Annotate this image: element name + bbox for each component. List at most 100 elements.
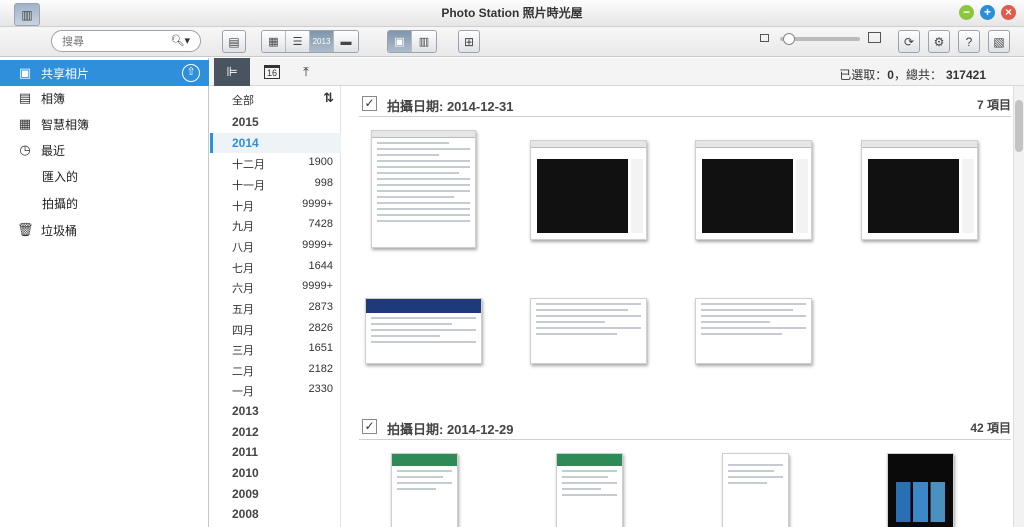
timeline-badge: 2013 bbox=[312, 37, 331, 46]
sidebar-item-label: 智慧相簿 bbox=[41, 117, 90, 132]
list-icon: ☰ bbox=[292, 36, 303, 48]
timeline-month[interactable]: 十月 9999+ bbox=[210, 195, 341, 215]
photo-icon: ▣ bbox=[18, 65, 32, 80]
close-button[interactable]: × bbox=[1001, 5, 1016, 20]
videos-filter-button[interactable]: ▥ bbox=[412, 31, 436, 52]
timeline-count: 1900 bbox=[308, 156, 333, 168]
toggle-sidebar-button[interactable]: ▥ bbox=[14, 3, 40, 26]
maximize-button[interactable]: + bbox=[980, 5, 995, 20]
timeline-year[interactable]: 2013 bbox=[210, 401, 341, 421]
arrow-up-icon: ⤒ bbox=[303, 64, 309, 79]
grid-icon: ▦ bbox=[268, 36, 279, 48]
sidebar-item-smart-albums[interactable]: ▦ 智慧相簿 bbox=[0, 111, 209, 137]
timeline-all[interactable]: 全部 bbox=[232, 92, 254, 108]
timeline-month[interactable]: 一月 2330 bbox=[210, 380, 341, 400]
timeline-year[interactable]: 2008 bbox=[210, 504, 341, 524]
timeline-month[interactable]: 四月 2826 bbox=[210, 319, 341, 339]
panel-icon: ▧ bbox=[993, 34, 1005, 49]
settings-button[interactable]: ⚙ bbox=[928, 30, 950, 53]
sidebar-item-imported[interactable]: 匯入的 bbox=[42, 168, 78, 185]
media-type-group: ▣ ▥ bbox=[387, 30, 437, 53]
folder-view-button[interactable]: ▬ bbox=[334, 31, 358, 52]
photo-thumbnail[interactable] bbox=[530, 298, 647, 364]
photo-thumbnail[interactable] bbox=[722, 453, 789, 527]
timeline-month[interactable]: 十一月 998 bbox=[210, 174, 341, 194]
timeline-month[interactable]: 八月 9999+ bbox=[210, 236, 341, 256]
timeline-label: 2015 bbox=[232, 115, 259, 129]
scrollbar-thumb[interactable] bbox=[1015, 100, 1023, 152]
sidebar-item-trash[interactable]: 🗑︎ 垃圾桶 bbox=[0, 217, 209, 243]
zoom-slider-handle[interactable] bbox=[783, 33, 795, 45]
search-box[interactable]: 🔍︎▾ bbox=[51, 30, 201, 52]
sidebar-item-taken[interactable]: 拍攝的 bbox=[42, 195, 78, 212]
group-date: 拍攝日期: 2014-12-29 bbox=[387, 422, 514, 437]
timeline-count: 998 bbox=[314, 177, 333, 189]
sidebar-item-label: 相簿 bbox=[41, 91, 66, 106]
group-select-checkbox[interactable]: ✓ bbox=[362, 96, 377, 111]
vertical-scrollbar[interactable] bbox=[1013, 86, 1024, 527]
refresh-button[interactable]: ⟳ bbox=[898, 30, 920, 53]
photo-thumbnail[interactable] bbox=[530, 140, 647, 240]
timeline-year[interactable]: 2009 bbox=[210, 484, 341, 504]
timeline-month[interactable]: 六月 9999+ bbox=[210, 277, 341, 297]
left-navigation: ▣ 共享相片 ⇧ ▤ 相簿 ▦ 智慧相簿 ◷ 最近 匯入的 拍攝的 🗑︎ 垃圾桶 bbox=[0, 58, 209, 527]
timeline-count: 2826 bbox=[308, 322, 333, 334]
list-view-button[interactable]: ☰ bbox=[286, 31, 310, 52]
group-count: 7 項目 bbox=[976, 98, 1011, 112]
group-select-checkbox[interactable]: ✓ bbox=[362, 419, 377, 434]
calendar-mode-button[interactable]: 16 bbox=[254, 58, 290, 86]
timeline-year[interactable]: 2014 bbox=[210, 133, 341, 153]
sidebar-item-recent[interactable]: ◷ 最近 bbox=[0, 137, 209, 163]
photo-thumbnail[interactable] bbox=[391, 453, 458, 527]
timeline-label: 五月 bbox=[232, 304, 254, 316]
timeline-view-button[interactable]: 2013 bbox=[310, 31, 334, 52]
timeline-mode-button[interactable]: ⊫ bbox=[214, 58, 250, 86]
upload-icon[interactable]: ⇧ bbox=[182, 64, 200, 82]
search-dropdown-icon[interactable]: 🔍︎▾ bbox=[171, 34, 191, 47]
help-button[interactable]: ? bbox=[958, 30, 980, 53]
sidebar-item-albums[interactable]: ▤ 相簿 bbox=[0, 85, 209, 111]
timeline-year[interactable]: 2015 bbox=[210, 112, 341, 132]
timeline-label: 十月 bbox=[232, 201, 254, 213]
timeline-year[interactable]: 2011 bbox=[210, 442, 341, 462]
photos-filter-button[interactable]: ▣ bbox=[388, 31, 412, 52]
timeline-month[interactable]: 七月 1644 bbox=[210, 257, 341, 277]
photo-thumbnail[interactable] bbox=[365, 298, 482, 364]
timeline-month[interactable]: 九月 7428 bbox=[210, 215, 341, 235]
timeline-month[interactable]: 五月 2873 bbox=[210, 298, 341, 318]
timeline-year[interactable]: 2012 bbox=[210, 422, 341, 442]
timeline-label: 三月 bbox=[232, 345, 254, 357]
timeline-label: 四月 bbox=[232, 325, 254, 337]
slideshow-button[interactable]: ▤ bbox=[222, 30, 246, 53]
sort-icon[interactable]: ⇅ bbox=[323, 90, 334, 106]
timeline-month[interactable]: 三月 1651 bbox=[210, 339, 341, 359]
zoom-small-icon bbox=[760, 34, 769, 42]
sidebar-item-label: 最近 bbox=[41, 143, 66, 158]
timeline-month[interactable]: 十二月 1900 bbox=[210, 153, 341, 173]
timeline-label: 2009 bbox=[232, 487, 259, 501]
timeline-month[interactable]: 二月 2182 bbox=[210, 360, 341, 380]
scroll-top-button[interactable]: ⤒ bbox=[288, 58, 324, 86]
calendar-icon: 16 bbox=[263, 65, 280, 79]
photo-thumbnail[interactable] bbox=[695, 140, 812, 240]
photo-thumbnail[interactable] bbox=[556, 453, 623, 527]
timeline-label: 2008 bbox=[232, 507, 259, 521]
timeline-count: 1651 bbox=[308, 342, 333, 354]
thumbnail-view-button[interactable]: ▦ bbox=[262, 31, 286, 52]
photo-thumbnail[interactable] bbox=[695, 298, 812, 364]
search-input[interactable] bbox=[62, 34, 162, 49]
info-panel-button[interactable]: ▧ bbox=[988, 30, 1010, 53]
sidebar-item-shared-photos[interactable]: ▣ 共享相片 ⇧ bbox=[0, 60, 209, 86]
photo-thumbnail[interactable] bbox=[371, 130, 476, 248]
timeline-count: 7428 bbox=[308, 218, 333, 230]
timeline-label: 2013 bbox=[232, 404, 259, 418]
photo-thumbnail[interactable] bbox=[861, 140, 978, 240]
timeline-count: 9999+ bbox=[302, 239, 333, 251]
photo-thumbnail[interactable] bbox=[887, 453, 954, 527]
timeline-year[interactable]: 2010 bbox=[210, 463, 341, 483]
timeline-label: 2010 bbox=[232, 466, 259, 480]
window-title: Photo Station 照片時光屋 bbox=[441, 6, 583, 20]
mosaic-view-button[interactable]: ⊞ bbox=[458, 30, 480, 53]
minimize-button[interactable]: − bbox=[959, 5, 974, 20]
timeline-label: 2012 bbox=[232, 425, 259, 439]
